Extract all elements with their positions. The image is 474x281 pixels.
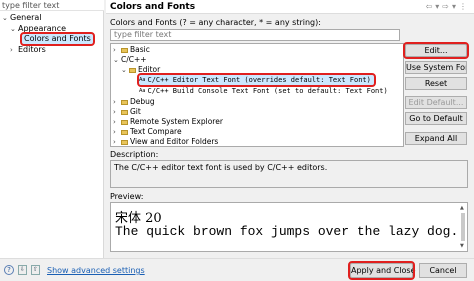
tree-item-editors[interactable]: › Editors: [10, 45, 46, 55]
tree-item-editor[interactable]: ⌄ Editor: [121, 65, 160, 75]
page-title: Colors and Fonts: [110, 2, 196, 12]
export-icon[interactable]: ⇧: [31, 265, 40, 275]
dialog-button-bar: ? ⇩ ⇧ Show advanced settings Apply and C…: [0, 258, 474, 281]
help-icon[interactable]: ?: [4, 265, 14, 275]
tree-item-cpp-build-console-font[interactable]: Aa C/C++ Build Console Text Font (set to …: [139, 86, 388, 96]
tree-item-view-and-editor-folders[interactable]: › View and Editor Folders: [113, 137, 219, 146]
scroll-up-icon[interactable]: ▲: [460, 205, 464, 211]
edit-default-button[interactable]: Edit Default...: [405, 96, 467, 109]
chevron-down-icon[interactable]: ⌄: [10, 24, 18, 34]
chevron-right-icon[interactable]: ›: [113, 127, 121, 137]
apply-and-close-button[interactable]: Apply and Close: [348, 261, 416, 280]
cancel-button[interactable]: Cancel: [419, 263, 467, 278]
preview-label: Preview:: [110, 192, 144, 201]
folder-icon: [121, 47, 128, 53]
expand-all-button[interactable]: Expand All: [405, 132, 467, 145]
scroll-down-icon[interactable]: ▼: [460, 243, 464, 249]
description-text: The C/C++ editor text font is used by C/…: [110, 160, 468, 188]
scroll-thumb[interactable]: [461, 213, 465, 241]
preview-sample-text: The quick brown fox jumps over the lazy …: [115, 224, 459, 239]
navigation-arrows[interactable]: ⇦▾⇨▾⋮: [426, 2, 470, 11]
folder-icon: [121, 129, 128, 135]
tree-item-cpp-editor-text-font[interactable]: Aa C/C++ Editor Text Font (overrides defa…: [137, 73, 376, 87]
forward-arrow-icon[interactable]: ⇨▾: [442, 2, 459, 11]
tree-item-label: View and Editor Folders: [130, 137, 219, 146]
tree-item-colors-and-fonts[interactable]: Colors and Fonts: [20, 32, 95, 46]
menu-icon[interactable]: ⋮: [459, 2, 470, 11]
edit-button[interactable]: Edit...: [403, 42, 469, 59]
tree-item-appearance[interactable]: ⌄ Appearance: [10, 24, 66, 34]
page-header: Colors and Fonts ⇦▾⇨▾⋮: [106, 0, 474, 14]
tree-item-label: Colors and Fonts: [24, 34, 91, 43]
folder-icon: [121, 109, 128, 115]
colors-and-fonts-page: Colors and Fonts ⇦▾⇨▾⋮ Colors and Fonts …: [106, 0, 474, 258]
right-filter-input[interactable]: type filter text: [110, 29, 400, 41]
back-arrow-icon[interactable]: ⇦▾: [426, 2, 443, 11]
left-filter-input[interactable]: type filter text: [0, 0, 104, 11]
tree-item-label: C/C++ Build Console Text Font (set to de…: [147, 87, 388, 95]
chevron-right-icon[interactable]: ›: [113, 117, 121, 127]
chevron-right-icon[interactable]: ›: [113, 107, 121, 117]
chevron-right-icon[interactable]: ›: [113, 45, 121, 55]
tree-item-label: Appearance: [18, 24, 67, 33]
preview-scrollbar[interactable]: ▲ ▼: [460, 205, 466, 249]
folder-icon: [121, 99, 128, 105]
reset-button[interactable]: Reset: [405, 77, 467, 90]
tree-item-label: Remote System Explorer: [130, 117, 223, 126]
font-icon: Aa: [139, 88, 146, 94]
chevron-down-icon[interactable]: ⌄: [2, 13, 10, 23]
chevron-down-icon[interactable]: ⌄: [113, 55, 121, 65]
folder-icon: [121, 119, 128, 125]
tree-item-label: Basic: [130, 45, 150, 54]
tree-item-debug[interactable]: › Debug: [113, 97, 155, 107]
tree-item-general[interactable]: ⌄ General: [2, 13, 42, 23]
folder-icon: [121, 139, 128, 145]
tree-item-label: Git: [130, 107, 141, 116]
import-icon[interactable]: ⇩: [18, 265, 27, 275]
tree-item-label: Text Compare: [130, 127, 182, 136]
tree-item-git[interactable]: › Git: [113, 107, 141, 117]
use-system-font-button[interactable]: Use System Font: [405, 61, 467, 74]
folder-icon: [129, 67, 136, 73]
description-label: Description:: [110, 150, 159, 159]
chevron-right-icon[interactable]: ›: [113, 97, 121, 107]
tree-item-text-compare[interactable]: › Text Compare: [113, 127, 182, 137]
tree-item-basic[interactable]: › Basic: [113, 45, 150, 55]
tree-item-cpp[interactable]: ⌄ C/C++: [113, 55, 147, 65]
tree-item-label: Editors: [18, 45, 46, 54]
tree-item-label: C/C++ Editor Text Font (overrides defaul…: [147, 76, 371, 84]
chevron-right-icon[interactable]: ›: [10, 45, 18, 55]
tree-item-remote-system-explorer[interactable]: › Remote System Explorer: [113, 117, 223, 127]
go-to-default-button[interactable]: Go to Default: [405, 112, 467, 125]
show-advanced-settings-link[interactable]: Show advanced settings: [47, 266, 145, 275]
chevron-down-icon[interactable]: ⌄: [121, 65, 129, 75]
tree-item-label: Editor: [138, 65, 161, 74]
tree-item-label: Debug: [130, 97, 155, 106]
colors-fonts-tree[interactable]: › Basic ⌄ C/C++ ⌄ Editor Aa C/C++ Editor Tex…: [110, 43, 404, 147]
font-icon: Aa: [139, 77, 146, 83]
font-preview: 宋体 20 The quick brown fox jumps over the…: [110, 202, 468, 252]
page-subtitle: Colors and Fonts (? = any character, * =…: [110, 18, 321, 27]
preference-tree-pane: type filter text ⌄ General ⌄ Appearance Co…: [0, 0, 104, 258]
tree-item-label: General: [10, 13, 42, 22]
tree-item-label: C/C++: [121, 55, 147, 64]
chevron-right-icon[interactable]: ›: [113, 137, 121, 146]
